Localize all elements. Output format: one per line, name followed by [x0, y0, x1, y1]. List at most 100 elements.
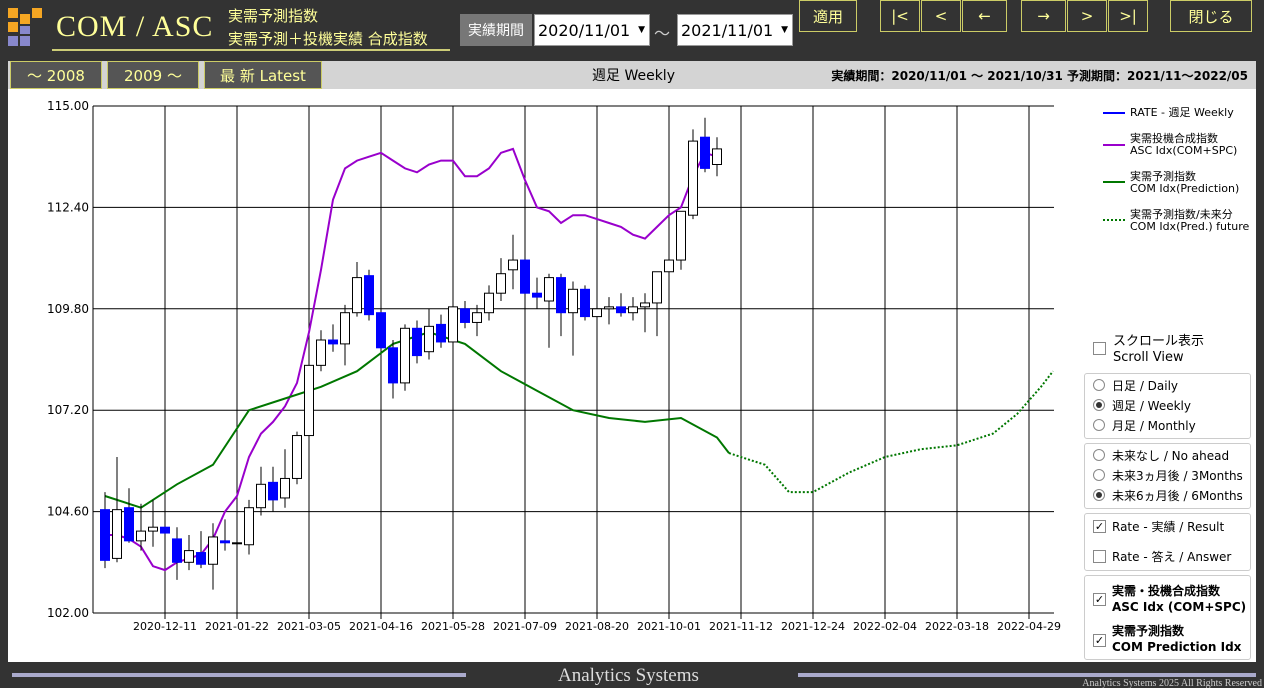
range-from-2009-button[interactable]: 2009 ～: [107, 61, 199, 89]
candle-body: [316, 339, 326, 366]
candle-body: [688, 140, 698, 216]
asc-index-label-1: 実需・投機合成指数: [1112, 584, 1221, 598]
com-index-checkbox[interactable]: ✓: [1093, 634, 1106, 647]
rate-answer-label: Rate - 答え / Answer: [1112, 550, 1232, 564]
scroll-view-label-2: Scroll View: [1113, 350, 1184, 365]
candle-body: [616, 306, 626, 314]
candle-body: [592, 308, 602, 318]
legend-rate-swatch: [1103, 112, 1125, 114]
candle-body: [196, 552, 206, 565]
date-to-select[interactable]: 2021/11/01 ▼: [677, 14, 793, 46]
radio-monthly-label: 月足 / Monthly: [1112, 419, 1196, 433]
radio-6months[interactable]: [1093, 489, 1105, 501]
candle-body: [208, 536, 218, 565]
radio-no-ahead[interactable]: [1093, 449, 1105, 461]
candle-body: [640, 302, 650, 308]
asc-index-label-2: ASC Idx (COM+SPC): [1112, 600, 1247, 614]
date-from-select[interactable]: 2020/11/01 ▼: [534, 14, 650, 46]
x-tick-label: 2021-11-12: [709, 620, 773, 633]
radio-daily-label: 日足 / Daily: [1112, 379, 1179, 393]
y-tick-label: 112.40: [47, 200, 89, 214]
y-tick-label: 109.80: [47, 302, 89, 316]
footer-copyright: Analytics Systems 2025 All Rights Reserv…: [1082, 678, 1262, 688]
nav-last-button[interactable]: >|: [1108, 0, 1148, 32]
candle-body: [232, 542, 242, 545]
range-latest-button[interactable]: 最 新 Latest: [204, 61, 322, 89]
y-tick-label: 102.00: [47, 606, 89, 620]
candle-body: [712, 148, 722, 166]
candle-body: [412, 327, 422, 357]
date-range-separator: ～: [654, 24, 671, 43]
radio-weekly[interactable]: [1093, 399, 1105, 411]
chevron-down-icon: ▼: [781, 25, 788, 35]
candle-body: [604, 306, 614, 310]
x-tick-label: 2021-10-01: [637, 620, 701, 633]
y-tick-label: 107.20: [47, 403, 89, 417]
legend-asc-swatch: [1103, 144, 1125, 146]
candle-body: [256, 483, 266, 509]
candle-body: [280, 477, 290, 499]
apply-button[interactable]: 適用: [799, 0, 857, 32]
nav-next-button[interactable]: >: [1067, 0, 1107, 32]
footer-title: Analytics Systems: [558, 665, 699, 686]
price-chart: 115.00 112.40 109.80 107.20 104.60 102.00 2020…: [47, 99, 1061, 633]
y-tick-label: 104.60: [47, 505, 89, 519]
x-tick-label: 2020-12-11: [133, 620, 197, 633]
radio-daily[interactable]: [1093, 379, 1105, 391]
legend-rate: RATE - 週足 Weekly: [1130, 106, 1234, 119]
candle-body: [676, 210, 686, 261]
candle-body: [244, 507, 254, 546]
x-tick-label: 2021-05-28: [421, 620, 485, 633]
candle-body: [112, 509, 122, 559]
radio-3months-label: 未来3ヵ月後 / 3Months: [1112, 469, 1243, 483]
date-to-value: 2021/11/01: [681, 20, 774, 40]
chevron-down-icon: ▼: [638, 25, 645, 35]
candle-body: [448, 306, 458, 343]
x-tick-label: 2021-08-20: [565, 620, 629, 633]
com-index-label-1: 実需予測指数: [1112, 624, 1185, 638]
candle-body: [424, 325, 434, 353]
candle-body: [664, 259, 674, 273]
asc-index-checkbox[interactable]: ✓: [1093, 593, 1106, 606]
candle-body: [460, 308, 470, 323]
app-subtitle-1: 実需予測指数: [228, 7, 319, 25]
period-label: 実績期間: [460, 14, 532, 46]
range-to-2008-button[interactable]: ～ 2008: [10, 61, 102, 89]
candle-body: [376, 312, 386, 349]
candle-body: [532, 292, 542, 298]
rate-result-label: Rate - 実績 / Result: [1112, 520, 1225, 534]
rate-answer-checkbox[interactable]: [1093, 550, 1106, 563]
x-tick-label: 2021-03-05: [277, 620, 341, 633]
com-future-line: [728, 370, 1054, 494]
candle-body: [568, 288, 578, 314]
candle-body: [172, 538, 182, 563]
app-subtitle-2: 実需予測＋投機実績 合成指数: [228, 30, 428, 48]
candle-body: [580, 288, 590, 318]
candle-body: [436, 323, 446, 343]
candle-body: [400, 327, 410, 384]
nav-prev-button[interactable]: <: [921, 0, 961, 32]
candle-body: [304, 364, 314, 437]
legend-com-swatch: [1103, 181, 1125, 183]
nav-forward-button[interactable]: →: [1021, 0, 1066, 32]
nav-first-button[interactable]: |<: [880, 0, 920, 32]
period-info: 実績期間：2020/11/01 ～ 2021/10/31 予測期間：2021/1…: [831, 69, 1248, 83]
x-tick-label: 2021-01-22: [205, 620, 269, 633]
x-tick-label: 2021-07-09: [493, 620, 557, 633]
radio-monthly[interactable]: [1093, 419, 1105, 431]
rate-result-checkbox[interactable]: ✓: [1093, 520, 1106, 533]
candle-body: [184, 550, 194, 563]
nav-back-button[interactable]: ←: [962, 0, 1007, 32]
candle-body: [496, 273, 506, 294]
candle-body: [364, 275, 374, 316]
radio-3months[interactable]: [1093, 469, 1105, 481]
app-title: COM / ASC: [56, 10, 214, 43]
legend-future-swatch: [1103, 219, 1125, 221]
legend-com-line2: COM Idx(Prediction): [1130, 182, 1240, 195]
x-tick-label: 2022-02-04: [853, 620, 917, 633]
candle-body: [484, 292, 494, 314]
candle-body: [508, 259, 518, 271]
candle-body: [328, 339, 338, 345]
close-button[interactable]: 閉じる: [1170, 0, 1252, 32]
scroll-view-checkbox[interactable]: [1093, 342, 1106, 355]
